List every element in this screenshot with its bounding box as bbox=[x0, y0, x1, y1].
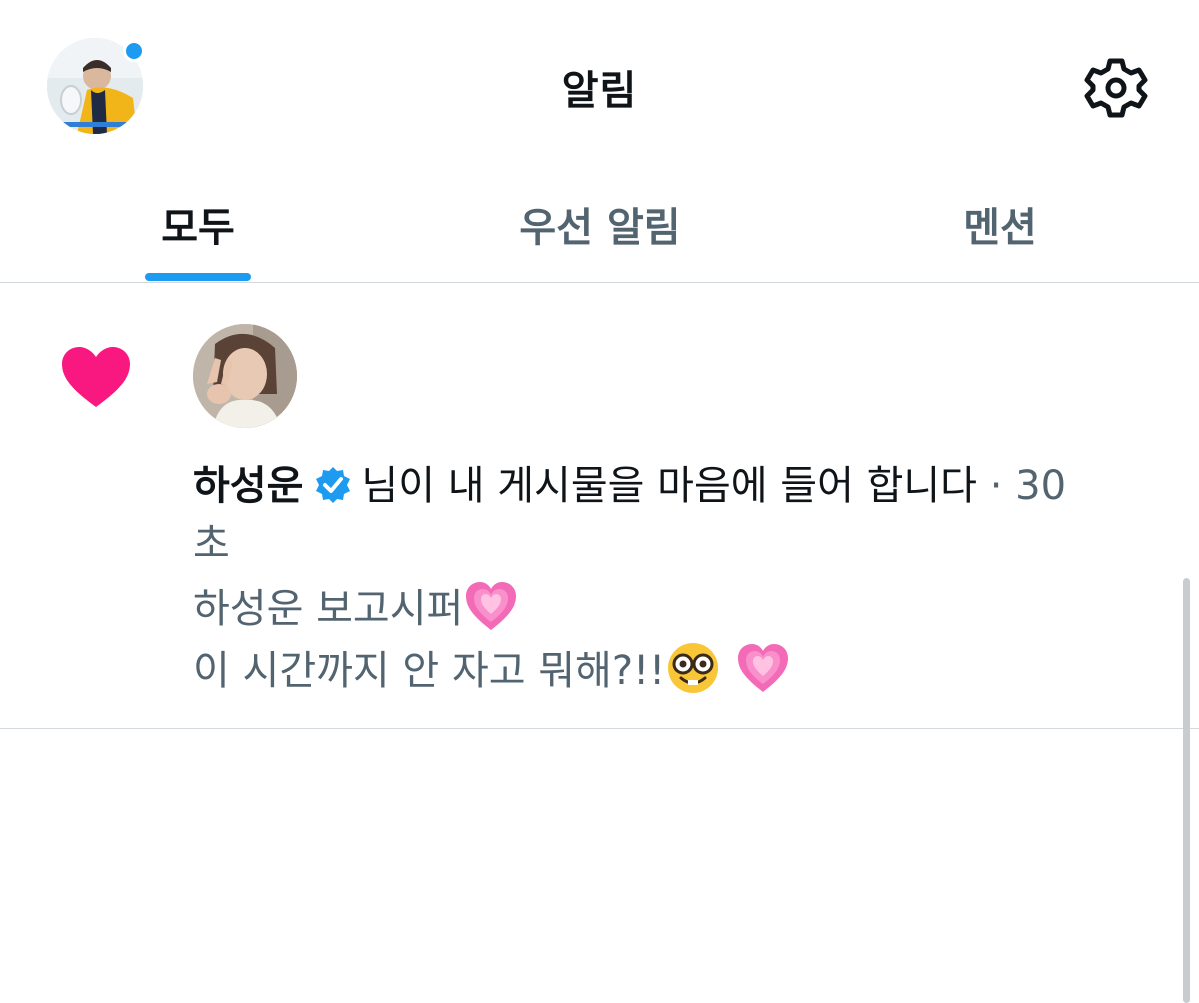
tab-priority[interactable]: 우선 알림 bbox=[430, 165, 770, 282]
post-line-1: 하성운 보고시퍼 bbox=[193, 586, 464, 632]
growing-heart-emoji-icon bbox=[738, 644, 789, 692]
heart-icon bbox=[62, 347, 130, 407]
tab-mentions[interactable]: 멘션 bbox=[890, 165, 1110, 282]
header: 알림 bbox=[0, 0, 1199, 165]
notification-time-unit: 초 bbox=[193, 521, 230, 567]
verified-badge-icon bbox=[316, 467, 351, 503]
notification-text: 하성운 님이 내 게시물을 마음에 들어 합니다 · 30 bbox=[193, 458, 1153, 514]
scrollbar[interactable] bbox=[1183, 578, 1190, 1003]
tab-all[interactable]: 모두 bbox=[90, 165, 306, 282]
user-avatar[interactable] bbox=[193, 324, 297, 428]
notification-username[interactable]: 하성운 bbox=[193, 463, 303, 509]
notification-time: · 30 bbox=[989, 463, 1067, 509]
growing-heart-emoji-icon bbox=[466, 582, 517, 630]
notification-item[interactable]: 하성운 님이 내 게시물을 마음에 들어 합니다 · 30 초 하성운 보고시퍼… bbox=[0, 283, 1199, 1003]
active-tab-indicator bbox=[145, 273, 251, 281]
nerd-face-emoji-icon bbox=[668, 643, 719, 693]
tab-mentions-label: 멘션 bbox=[963, 205, 1037, 251]
post-line-2: 이 시간까지 안 자고 뭐해?!! bbox=[193, 648, 666, 694]
tab-all-label: 모두 bbox=[161, 205, 235, 251]
tab-priority-label: 우선 알림 bbox=[519, 205, 681, 251]
profile-photo bbox=[193, 324, 297, 428]
notification-action: 님이 내 게시물을 마음에 들어 합니다 bbox=[361, 463, 977, 509]
page-title: 알림 bbox=[561, 68, 638, 114]
post-preview[interactable]: 하성운 보고시퍼 이 시간까지 안 자고 뭐해?!! bbox=[193, 578, 791, 702]
gear-icon bbox=[1084, 58, 1148, 118]
tab-bar: 모두 우선 알림 멘션 bbox=[0, 165, 1199, 283]
settings-button[interactable] bbox=[1084, 56, 1148, 120]
